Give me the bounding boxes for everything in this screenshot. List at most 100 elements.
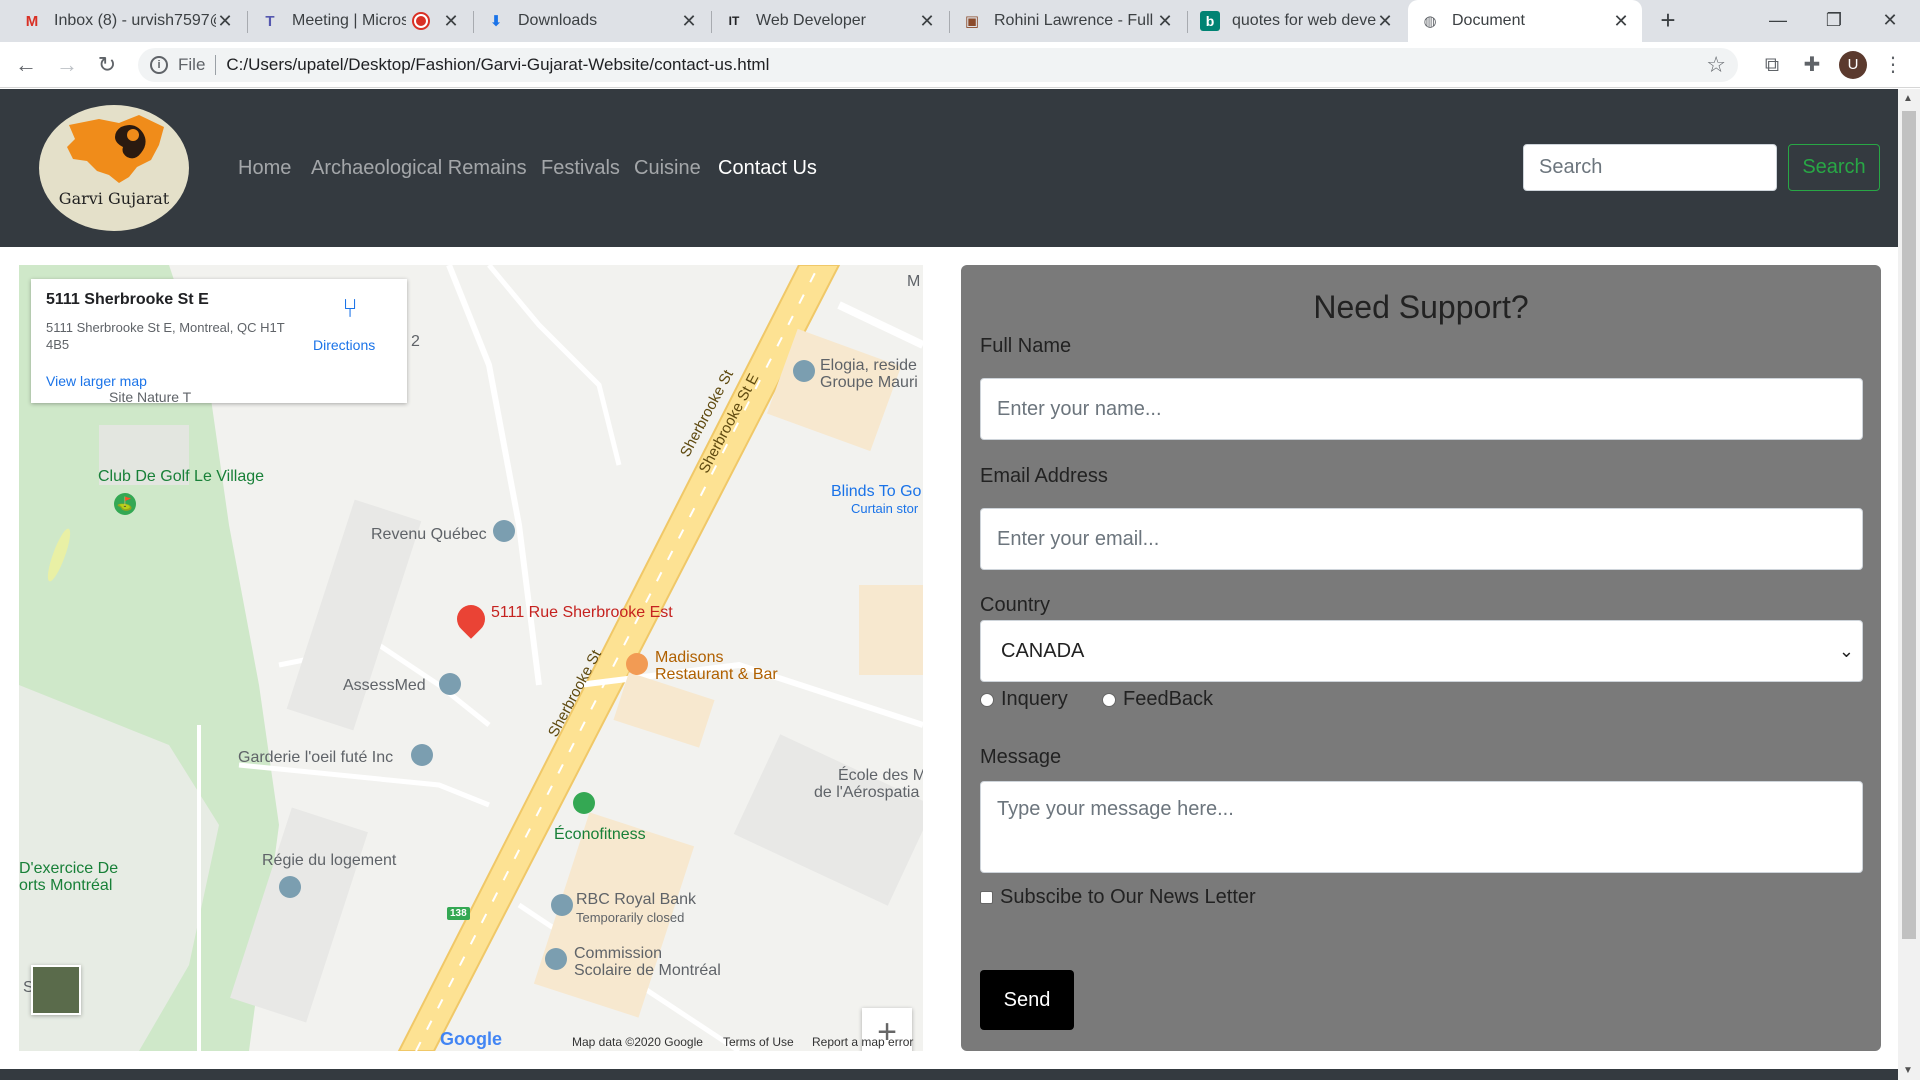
close-icon[interactable]: ✕ (216, 11, 234, 32)
message-label: Message (980, 746, 1062, 768)
browser-toolbar: ← → ↻ i File C:/Users/upatel/Desktop/Fas… (0, 42, 1920, 88)
map-data-text: Map data ©2020 Google (572, 1035, 703, 1049)
bookmark-star-icon[interactable]: ☆ (1706, 52, 1726, 78)
scroll-down-icon[interactable]: ▼ (1903, 1065, 1913, 1076)
close-icon[interactable]: ✕ (680, 11, 698, 32)
landmark-pin-icon[interactable] (493, 520, 515, 542)
nav-cuisine[interactable]: Cuisine (634, 157, 701, 180)
search-button[interactable]: Search (1788, 144, 1880, 191)
site-navbar: Garvi Gujarat Home Archaeological Remain… (0, 89, 1898, 247)
landmark-pin-icon[interactable] (439, 673, 461, 695)
globe-icon: ◍ (1423, 13, 1437, 30)
tab-web-developer[interactable]: IT Web Developer ✕ (712, 0, 948, 42)
route-shield: 138 (447, 907, 470, 920)
map-label: Madisons (655, 649, 724, 666)
map-label: Blinds To Go (831, 483, 922, 500)
radio-feedback[interactable]: FeedBack (1102, 688, 1213, 711)
landmark-pin-icon[interactable] (793, 360, 815, 382)
translate-icon[interactable]: ⧉ (1759, 52, 1785, 78)
map-label: AssessMed (343, 677, 426, 694)
map-label: Club De Golf Le Village (98, 468, 265, 485)
close-icon[interactable]: ✕ (1612, 11, 1630, 32)
new-tab-button[interactable]: + (1654, 6, 1682, 34)
close-icon[interactable]: ✕ (918, 11, 936, 32)
close-icon[interactable]: ✕ (442, 11, 460, 32)
map-label: Garderie l'oeil futé Inc (238, 749, 394, 766)
recording-icon (414, 14, 428, 28)
terms-link[interactable]: Terms of Use (723, 1035, 794, 1049)
subscribe-checkbox[interactable]: Subscibe to Our News Letter (980, 886, 1256, 909)
send-button[interactable]: Send (980, 970, 1074, 1030)
directions-link[interactable]: Directions (313, 337, 375, 353)
close-window-button[interactable]: ✕ (1862, 0, 1918, 42)
email-label: Email Address (980, 465, 1108, 487)
page-scrollbar[interactable]: ▲ ▼ (1898, 89, 1920, 1080)
form-title: Need Support? (1313, 289, 1529, 325)
nav-home[interactable]: Home (238, 157, 291, 180)
tab-title: Inbox (8) - urvish7597@ (54, 12, 216, 29)
report-error-link[interactable]: Report a map error (812, 1035, 913, 1049)
restore-button[interactable]: ❐ (1806, 0, 1862, 42)
reload-button[interactable]: ↻ (91, 49, 123, 81)
tab-teams[interactable]: T Meeting | Microsoft ✕ (248, 0, 472, 42)
map-label: Elogia, reside (820, 357, 917, 374)
bank-pin-icon[interactable] (551, 894, 573, 916)
google-map[interactable]: 5111 Sherbrooke St E 5111 Sherbrooke St … (19, 265, 923, 1051)
extensions-icon[interactable]: ✚ (1799, 52, 1825, 78)
map-label: Restaurant & Bar (655, 666, 778, 683)
radio-circle[interactable] (1102, 692, 1116, 707)
map-label: M (907, 273, 921, 290)
tab-document[interactable]: ◍ Document ✕ (1408, 0, 1642, 42)
place-title: 5111 Sherbrooke St E (46, 291, 209, 308)
minimize-button[interactable]: — (1750, 0, 1806, 42)
scroll-thumb[interactable] (1902, 111, 1916, 939)
radio-inquery[interactable]: Inquery (980, 688, 1068, 711)
map-label: RBC Royal Bank (576, 891, 697, 908)
profile-avatar[interactable]: U (1839, 51, 1867, 79)
info-icon[interactable]: i (150, 56, 168, 74)
tab-downloads[interactable]: ⬇ Downloads ✕ (474, 0, 710, 42)
directions-icon[interactable]: ⑂ (336, 293, 364, 323)
tab-title: Downloads (518, 12, 598, 29)
message-textarea[interactable]: Type your message here... (980, 781, 1863, 873)
view-larger-map-link[interactable]: View larger map (46, 373, 147, 389)
search-input[interactable]: Search (1523, 144, 1777, 191)
menu-icon[interactable]: ⋮ (1880, 52, 1906, 78)
name-input[interactable]: Enter your name... (980, 378, 1863, 440)
tab-rohini[interactable]: ▣ Rohini Lawrence - Full S ✕ (950, 0, 1186, 42)
scroll-up-icon[interactable]: ▲ (1903, 93, 1913, 104)
gym-pin-icon[interactable] (573, 792, 595, 814)
google-logo: Google (440, 1029, 502, 1049)
radio-circle[interactable] (980, 692, 994, 707)
restaurant-pin-icon[interactable] (626, 653, 648, 675)
satellite-toggle[interactable] (31, 965, 81, 1015)
map-label: D'exercice De (19, 860, 119, 877)
map-label: 2 (411, 333, 420, 350)
nav-contact-us[interactable]: Contact Us (718, 157, 817, 180)
forward-button[interactable]: → (51, 49, 83, 81)
site-logo[interactable]: Garvi Gujarat (39, 105, 189, 231)
checkbox-box[interactable] (980, 891, 993, 904)
place-info-card: 5111 Sherbrooke St E 5111 Sherbrooke St … (31, 279, 407, 403)
nav-archaeological-remains[interactable]: Archaeological Remains (311, 157, 527, 180)
landmark-pin-icon[interactable] (545, 948, 567, 970)
doc-icon: ▣ (964, 13, 980, 30)
landmark-pin-icon[interactable] (411, 744, 433, 766)
email-input[interactable]: Enter your email... (980, 508, 1863, 570)
tab-bing-quotes[interactable]: b quotes for web develop ✕ (1188, 0, 1406, 42)
country-select[interactable]: CANADA ⌄ (980, 620, 1863, 682)
tab-gmail[interactable]: M Inbox (8) - urvish7597@ ✕ (10, 0, 246, 42)
map-label: Temporarily closed (576, 910, 685, 925)
tab-strip: M Inbox (8) - urvish7597@ ✕ T Meeting | … (0, 0, 1920, 42)
address-bar[interactable]: i File C:/Users/upatel/Desktop/Fashion/G… (138, 48, 1738, 82)
tab-title: Rohini Lawrence - Full S (994, 12, 1156, 29)
pin-label: 5111 Rue Sherbrooke Est (491, 604, 673, 621)
close-icon[interactable]: ✕ (1156, 11, 1174, 32)
golf-pin-icon[interactable]: ⛳ (114, 493, 136, 515)
nav-festivals[interactable]: Festivals (541, 157, 620, 180)
back-button[interactable]: ← (10, 49, 42, 81)
url-text[interactable]: C:/Users/upatel/Desktop/Fashion/Garvi-Gu… (226, 55, 769, 75)
close-icon[interactable]: ✕ (1376, 11, 1394, 32)
map-label: Commission (574, 945, 663, 962)
landmark-pin-icon[interactable] (279, 876, 301, 898)
